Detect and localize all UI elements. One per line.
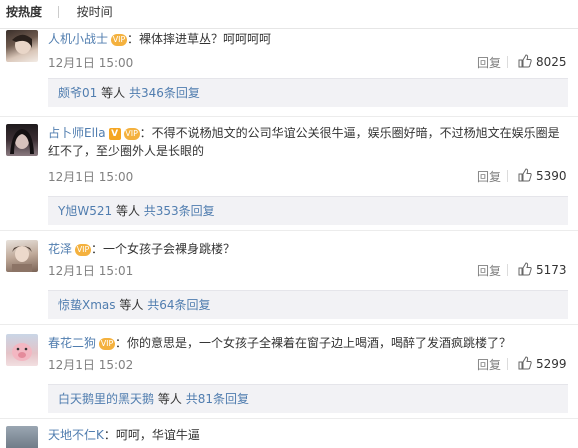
reply-others-label: 等人 xyxy=(115,204,140,218)
like-button[interactable]: 5299 xyxy=(518,356,567,371)
comment-username[interactable]: 人机小战士 xyxy=(48,32,108,46)
vip-icon: VIP xyxy=(99,337,116,350)
avatar-portrait-icon xyxy=(12,246,32,272)
reply-user-name[interactable]: 白天鹅里的黑天鹅 xyxy=(58,392,154,406)
reply-summary[interactable]: 颇爷01 等人 共346条回复 xyxy=(48,78,568,107)
like-button[interactable]: 5390 xyxy=(518,168,567,183)
like-count: 5173 xyxy=(536,263,567,277)
reply-button[interactable]: 回复 xyxy=(477,262,501,279)
comment-username[interactable]: 春花二狗 xyxy=(48,336,96,350)
vip-icon: VIP xyxy=(123,127,140,140)
reply-user-name[interactable]: 颇爷01 xyxy=(58,86,97,100)
like-count: 5299 xyxy=(536,357,567,371)
comment-text: 你的意思是，一个女孩子全裸着在窗子边上喝酒，喝醉了发酒疯跳楼了？ xyxy=(127,336,512,350)
sort-bar: 按热度 按时间 xyxy=(0,0,578,29)
like-button[interactable]: 8025 xyxy=(518,54,567,69)
avatar[interactable] xyxy=(6,124,38,156)
action-divider xyxy=(507,264,508,276)
avatar[interactable] xyxy=(6,334,38,366)
sort-by-hot-tab[interactable]: 按热度 xyxy=(6,0,42,24)
comment-text: 呵呵，华谊牛逼 xyxy=(115,428,200,442)
comment-item: 占卜师Ella V VIP ：不得不说杨旭文的公司华谊公关很牛逼，娱乐圈好暗，不过杨旭… xyxy=(0,124,578,225)
avatar-portrait-icon xyxy=(12,34,32,54)
reply-total-link[interactable]: 共81条回复 xyxy=(186,392,249,406)
comment-item: 天地不仁K：呵呵，华谊牛逼 xyxy=(0,426,578,448)
action-divider xyxy=(507,56,508,68)
action-divider xyxy=(507,358,508,370)
avatar-portrait-icon xyxy=(10,129,34,154)
comment-text: 裸体摔进草丛？呵呵呵呵 xyxy=(139,32,272,46)
like-button[interactable]: 5173 xyxy=(518,262,567,277)
comment-line: 花泽 VIP ：一个女孩子会裸身跳楼？ xyxy=(48,242,236,256)
comment-time: 12月1日 15:00 xyxy=(48,170,134,184)
reply-user-name[interactable]: 惊蛰Xmas xyxy=(58,298,116,312)
verified-icon: V xyxy=(108,127,121,140)
reply-others-label: 等人 xyxy=(101,86,126,100)
divider xyxy=(0,230,578,231)
comment-time: 12月1日 15:01 xyxy=(48,264,134,278)
reply-total-link[interactable]: 共64条回复 xyxy=(147,298,210,312)
reply-summary[interactable]: Y旭W521 等人 共353条回复 xyxy=(48,196,568,225)
comment-item: 人机小战士 VIP ：裸体摔进草丛？呵呵呵呵 12月1日 15:00 回复 8025… xyxy=(0,30,578,110)
divider xyxy=(0,418,578,419)
like-count: 8025 xyxy=(536,55,567,69)
reply-button[interactable]: 回复 xyxy=(477,168,501,185)
comment-text: 一个女孩子会裸身跳楼？ xyxy=(103,242,236,256)
avatar[interactable] xyxy=(6,30,38,62)
vip-icon: VIP xyxy=(75,243,92,256)
comment-line: 天地不仁K：呵呵，华谊牛逼 xyxy=(48,428,200,442)
comment-time: 12月1日 15:02 xyxy=(48,358,134,372)
divider xyxy=(0,116,578,117)
comment-time: 12月1日 15:00 xyxy=(48,56,134,70)
reply-summary[interactable]: 惊蛰Xmas 等人 共64条回复 xyxy=(48,290,568,319)
avatar[interactable] xyxy=(6,240,38,272)
reply-button[interactable]: 回复 xyxy=(477,356,501,373)
comment-line: 人机小战士 VIP ：裸体摔进草丛？呵呵呵呵 xyxy=(48,32,272,46)
thumbs-up-icon xyxy=(518,168,532,182)
comment-username[interactable]: 占卜师Ella xyxy=(48,126,106,140)
comment-line: 春花二狗 VIP ：你的意思是，一个女孩子全裸着在窗子边上喝酒，喝醉了发酒疯跳楼了？ xyxy=(48,336,512,350)
reply-total-link[interactable]: 共353条回复 xyxy=(144,204,215,218)
avatar-pig-icon xyxy=(12,343,32,361)
thumbs-up-icon xyxy=(518,356,532,370)
sort-divider xyxy=(57,6,59,18)
thumbs-up-icon xyxy=(518,54,532,68)
reply-others-label: 等人 xyxy=(119,298,144,312)
comment-username[interactable]: 花泽 xyxy=(48,242,72,256)
reply-total-link[interactable]: 共346条回复 xyxy=(129,86,200,100)
reply-others-label: 等人 xyxy=(157,392,182,406)
reply-button[interactable]: 回复 xyxy=(477,54,501,71)
comment-username[interactable]: 天地不仁K xyxy=(48,428,104,442)
avatar[interactable] xyxy=(6,426,38,448)
like-count: 5390 xyxy=(536,169,567,183)
vip-icon: VIP xyxy=(111,33,128,46)
action-divider xyxy=(507,170,508,182)
sort-by-time-tab[interactable]: 按时间 xyxy=(77,0,113,24)
thumbs-up-icon xyxy=(518,262,532,276)
reply-summary[interactable]: 白天鹅里的黑天鹅 等人 共81条回复 xyxy=(48,384,568,413)
reply-user-name[interactable]: Y旭W521 xyxy=(58,204,112,218)
comment-line: 占卜师Ella V VIP ：不得不说杨旭文的公司华谊公关很牛逼，娱乐圈好暗，不过杨旭… xyxy=(48,126,560,158)
comment-item: 花泽 VIP ：一个女孩子会裸身跳楼？ 12月1日 15:01 回复 5173 惊蛰… xyxy=(0,240,578,320)
divider xyxy=(0,324,578,325)
comment-item: 春花二狗 VIP ：你的意思是，一个女孩子全裸着在窗子边上喝酒，喝醉了发酒疯跳楼了？… xyxy=(0,334,578,414)
